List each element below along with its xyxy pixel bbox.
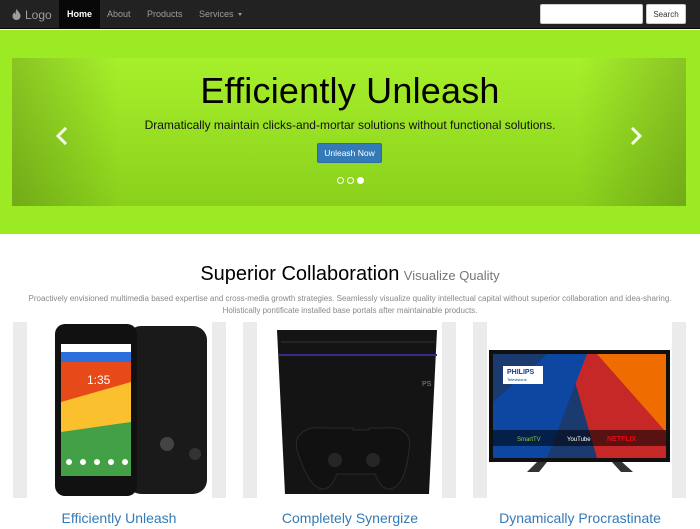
smart-tv-image: PHILIPS Televisions SmartTV YouTube NETF… [487,322,672,498]
nav-item-label: Services [199,9,234,19]
section-subtitle: Visualize Quality [403,268,500,283]
carousel-dot[interactable] [347,177,354,184]
product-link[interactable]: Dynamically Procrastinate [465,510,695,526]
product-card: PHILIPS Televisions SmartTV YouTube NETF… [473,322,686,498]
product-link[interactable]: Efficiently Unleash [4,510,234,526]
nav-item-products[interactable]: Products [139,0,191,29]
fire-icon [12,9,21,20]
smartphone-image: 1:35 [27,322,212,498]
navbar: Logo Home About Products Services Search [0,0,700,29]
brand-label: Logo [25,7,52,22]
nav-item-services[interactable]: Services [191,0,250,29]
svg-text:PS: PS [422,381,432,388]
brand-logo[interactable]: Logo [12,0,52,29]
nav-item-label: Products [147,9,183,19]
carousel-dot-active[interactable] [357,177,364,184]
svg-text:1:35: 1:35 [87,373,111,387]
hero-section: Efficiently Unleash Dramatically maintai… [0,30,700,234]
section-title: Superior Collaboration [200,263,400,285]
caret-down-icon [237,13,242,17]
tv-app-label: SmartTV [517,437,541,443]
tv-app-label: YouTube [567,437,591,443]
tv-brand: PHILIPS [507,369,535,376]
product-link[interactable]: Completely Synergize [235,510,465,526]
search-input[interactable] [540,4,643,24]
nav-item-about[interactable]: About [99,0,139,29]
product-card: PS [243,322,456,498]
chevron-left-icon[interactable] [55,123,68,149]
carousel-dot[interactable] [337,177,344,184]
search-button[interactable]: Search [646,4,686,24]
nav-item-label: Home [67,9,93,19]
tv-brand-sub: Televisions [507,377,527,382]
hero-title: Efficiently Unleash [200,70,500,111]
unleash-now-button[interactable]: Unleash Now [317,143,382,163]
hero-subtitle: Dramatically maintain clicks-and-mortar … [144,118,556,132]
game-console-image: PS [257,322,442,498]
description-line: Proactively envisioned multimedia based … [28,294,672,303]
chevron-right-icon[interactable] [630,123,643,149]
nav-item-label: About [107,9,131,19]
product-card: 1:35 [13,322,226,498]
nav-item-home[interactable]: Home [59,0,101,29]
tv-app-label: NETFLIX [607,436,636,443]
section-description: Proactively envisioned multimedia based … [8,293,692,317]
description-line: Holistically pontificate installed base … [222,306,478,315]
section-heading: Superior Collaboration Visualize Quality [0,263,700,286]
carousel-indicators [337,177,364,184]
